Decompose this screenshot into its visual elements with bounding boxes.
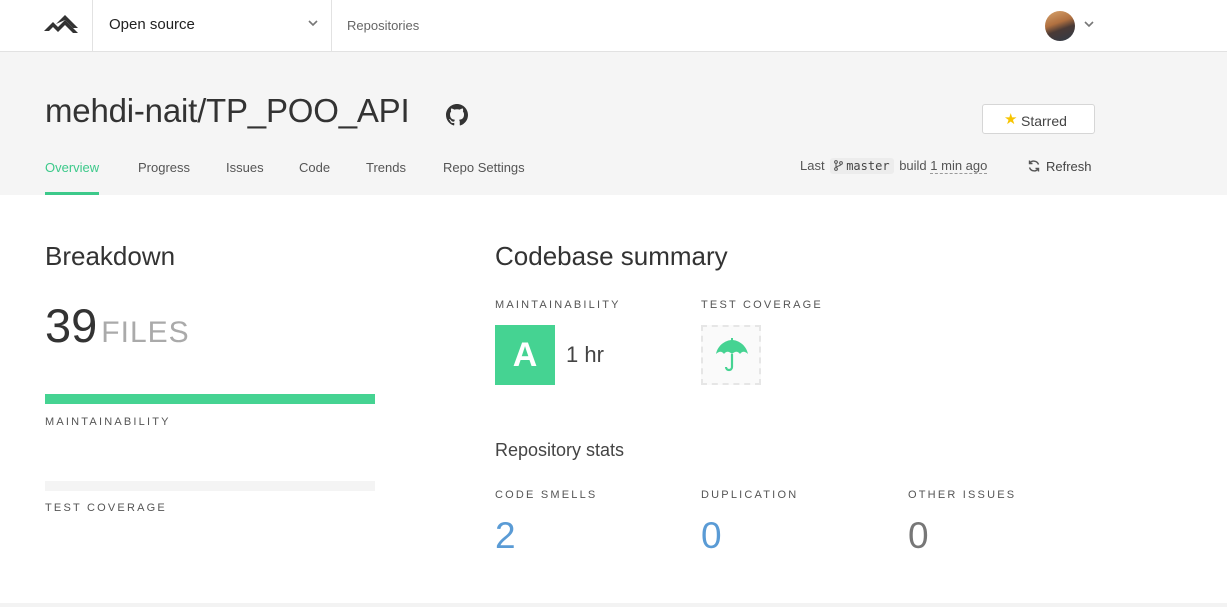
branch-badge: master (830, 158, 894, 174)
test-coverage-bar[interactable] (45, 481, 375, 491)
file-count-word: FILES (101, 316, 190, 349)
branch-name: master (846, 159, 890, 173)
code-smells-count[interactable]: 2 (495, 515, 516, 557)
refresh-button[interactable]: Refresh (1027, 159, 1092, 174)
organization-select[interactable]: Open source (92, 0, 332, 51)
repo-title: mehdi-nait/TP_POO_API (45, 92, 410, 129)
duplication-count[interactable]: 0 (701, 515, 722, 557)
last-build-middle: build (899, 158, 927, 173)
star-button[interactable]: ★ Starred (982, 104, 1095, 134)
last-build-info: Last master build 1 min ago (800, 158, 988, 178)
file-count: 39 FILES (45, 298, 190, 353)
github-icon[interactable] (446, 104, 468, 126)
umbrella-icon (716, 338, 748, 372)
last-build-prefix: Last (800, 158, 825, 173)
chevron-down-icon[interactable] (1083, 18, 1095, 30)
maintainability-label: MAINTAINABILITY (45, 416, 171, 428)
branch-icon (834, 160, 844, 171)
chevron-down-icon (308, 20, 318, 27)
tab-trends[interactable]: Trends (366, 160, 406, 195)
test-coverage-placeholder[interactable] (701, 325, 761, 385)
maintainability-bar-fill (45, 394, 375, 404)
maintainability-grade[interactable]: A (495, 325, 555, 385)
nav-repositories-link[interactable]: Repositories (347, 18, 419, 33)
tab-code[interactable]: Code (299, 160, 330, 195)
repository-stats-title: Repository stats (495, 440, 625, 460)
refresh-icon (1028, 160, 1040, 172)
codebase-summary-title: Codebase summary (495, 241, 728, 271)
breakdown-title: Breakdown (45, 241, 176, 271)
codeclimate-logo-icon[interactable] (44, 15, 78, 35)
organization-select-label: Open source (109, 16, 195, 33)
refresh-label: Refresh (1046, 159, 1092, 174)
star-icon: ★ (1004, 111, 1018, 128)
footer-divider (0, 603, 1227, 607)
other-issues-count[interactable]: 0 (908, 515, 929, 557)
summary-test-coverage-label: TEST COVERAGE (701, 299, 823, 311)
star-button-label: Starred (1021, 113, 1067, 129)
user-avatar[interactable] (1045, 11, 1075, 41)
tab-overview[interactable]: Overview (45, 160, 100, 195)
summary-maintainability-label: MAINTAINABILITY (495, 299, 621, 311)
tab-progress[interactable]: Progress (138, 160, 190, 195)
top-navbar: Open source Repositories (0, 0, 1227, 52)
test-coverage-label: TEST COVERAGE (45, 502, 167, 514)
maintainability-bar[interactable] (45, 394, 375, 404)
duplication-label: DUPLICATION (701, 489, 799, 501)
last-build-time[interactable]: 1 min ago (930, 158, 988, 174)
technical-debt-value: 1 hr (566, 342, 604, 367)
repo-header: mehdi-nait/TP_POO_API ★ Starred Overview… (0, 52, 1227, 195)
code-smells-label: CODE SMELLS (495, 489, 598, 501)
other-issues-label: OTHER ISSUES (908, 489, 1017, 501)
file-count-number: 39 (45, 299, 98, 352)
tab-repo-settings[interactable]: Repo Settings (443, 160, 525, 195)
tab-issues[interactable]: Issues (226, 160, 264, 195)
